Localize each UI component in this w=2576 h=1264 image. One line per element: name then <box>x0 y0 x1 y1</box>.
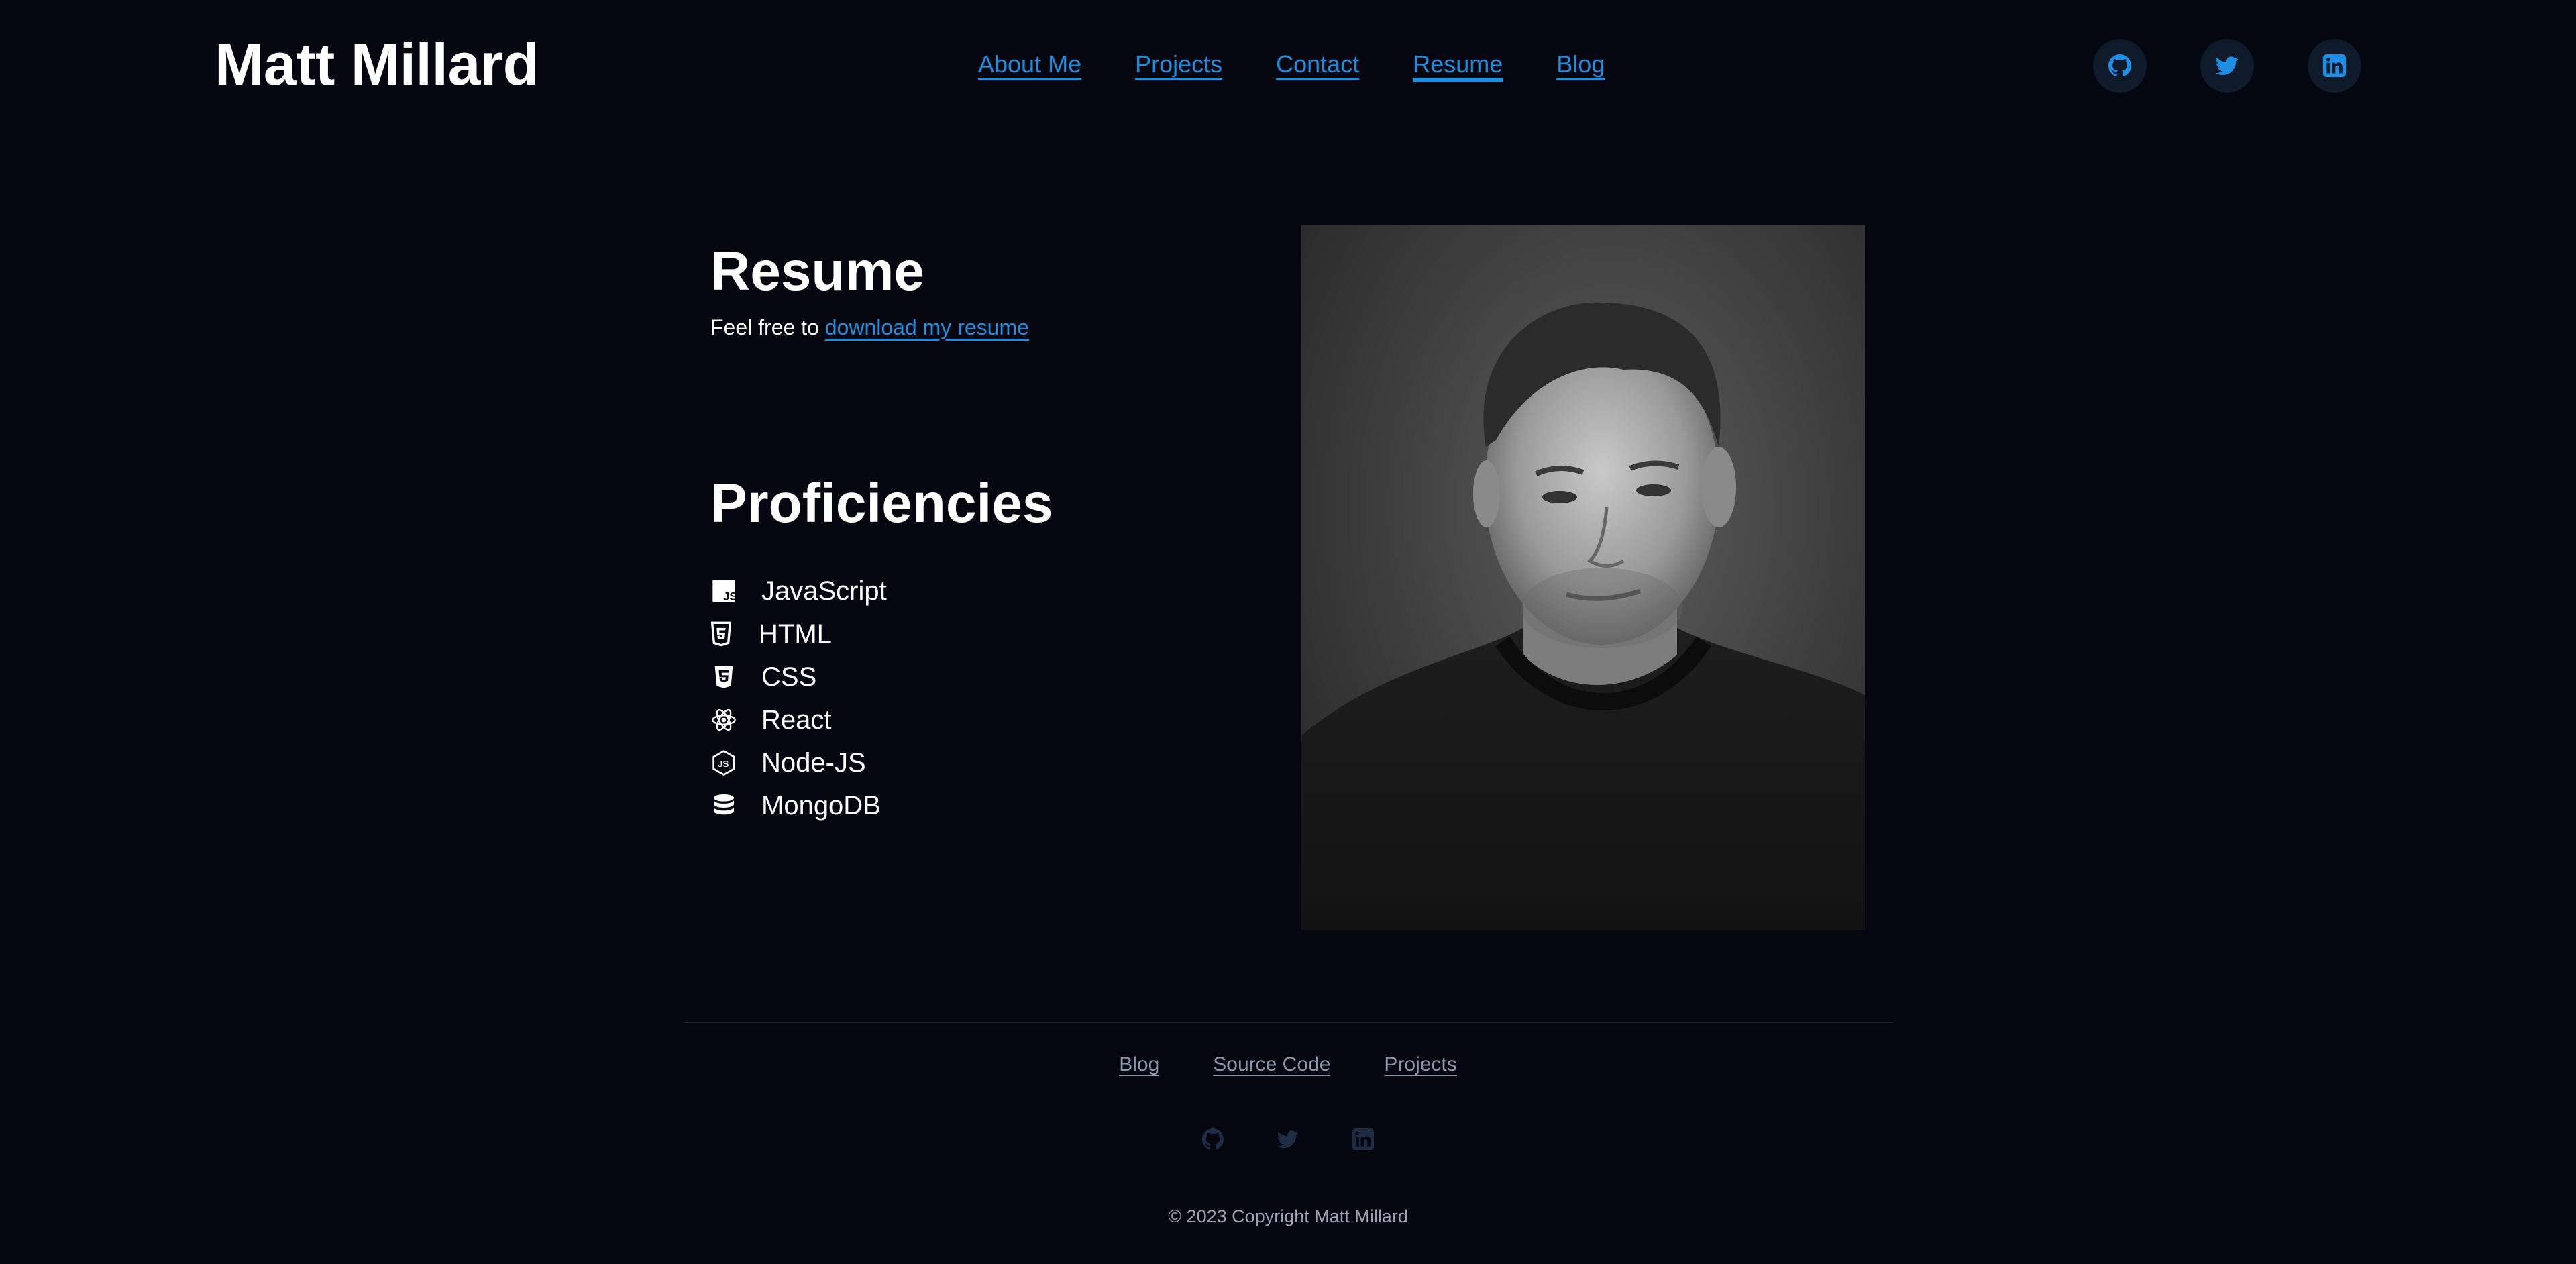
footer-links: Blog Source Code Projects <box>0 1053 2576 1076</box>
list-item: JS JavaScript <box>710 570 887 613</box>
site-title[interactable]: Matt Millard <box>215 35 539 94</box>
skill-label: MongoDB <box>761 790 881 821</box>
profile-photo <box>1301 225 1865 930</box>
footer-linkedin-link[interactable] <box>1352 1128 1374 1150</box>
nav-link-contact[interactable]: Contact <box>1276 52 1359 76</box>
list-item: HTML <box>708 613 887 655</box>
css3-icon <box>714 666 733 688</box>
github-button[interactable] <box>2093 39 2147 93</box>
resume-text-prefix: Feel free to <box>710 315 819 339</box>
skill-label: JavaScript <box>761 576 887 606</box>
nodejs-icon: JS <box>712 749 735 776</box>
github-icon <box>1202 1128 1224 1150</box>
nav-link-about[interactable]: About Me <box>978 52 1081 76</box>
main-nav: About Me Projects Contact Resume Blog <box>978 52 1605 76</box>
proficiencies-heading: Proficiencies <box>710 473 1053 534</box>
list-item: MongoDB <box>710 784 887 827</box>
skill-label: HTML <box>759 619 832 649</box>
footer-socials <box>0 1128 2576 1150</box>
linkedin-icon <box>1352 1128 1374 1150</box>
nav-link-resume[interactable]: Resume <box>1413 52 1503 76</box>
list-item: React <box>710 698 887 741</box>
skill-label: React <box>761 704 832 735</box>
nav-link-projects[interactable]: Projects <box>1135 52 1222 76</box>
footer-github-link[interactable] <box>1202 1128 1224 1150</box>
svg-text:JS: JS <box>723 590 737 602</box>
linkedin-button[interactable] <box>2308 39 2361 93</box>
header-socials <box>2093 39 2361 93</box>
footer-twitter-link[interactable] <box>1277 1128 1299 1150</box>
react-icon <box>712 709 736 731</box>
twitter-button[interactable] <box>2200 39 2254 93</box>
html5-icon <box>710 621 732 647</box>
resume-heading: Resume <box>710 241 925 302</box>
portrait-illustration <box>1301 302 1865 930</box>
footer-link-blog[interactable]: Blog <box>1119 1053 1159 1076</box>
download-resume-link[interactable]: download my resume <box>825 315 1029 339</box>
footer-link-projects[interactable]: Projects <box>1384 1053 1456 1076</box>
list-item: JS Node-JS <box>710 741 887 784</box>
linkedin-icon <box>2323 54 2346 77</box>
twitter-icon <box>2216 56 2239 76</box>
resume-text: Feel free to download my resume <box>710 317 1029 338</box>
proficiencies-list: JS JavaScript HTML CSS React JS Node-JS … <box>710 570 887 827</box>
database-icon <box>714 794 734 815</box>
skill-label: CSS <box>761 662 817 692</box>
twitter-icon <box>1277 1130 1299 1149</box>
skill-label: Node-JS <box>761 747 866 778</box>
github-icon <box>2108 54 2131 77</box>
copyright-text: © 2023 Copyright Matt Millard <box>1168 1206 1408 1226</box>
javascript-icon: JS <box>712 580 737 602</box>
svg-text:JS: JS <box>718 759 729 769</box>
footer-link-source-code[interactable]: Source Code <box>1213 1053 1330 1076</box>
list-item: CSS <box>710 655 887 698</box>
nav-link-blog[interactable]: Blog <box>1556 52 1605 76</box>
footer-divider <box>684 1022 1893 1023</box>
